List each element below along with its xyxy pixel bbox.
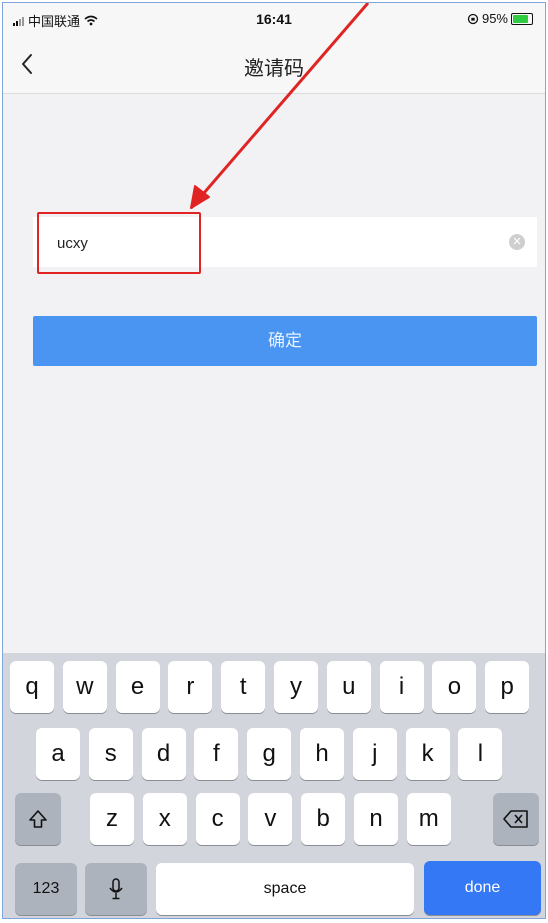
space-key[interactable]: space [156,863,414,915]
key-u[interactable]: u [326,661,371,713]
microphone-icon [109,878,123,900]
key-f[interactable]: f [194,728,239,780]
backspace-icon [503,810,528,828]
key-x[interactable]: x [142,793,187,845]
numbers-key[interactable]: 123 [15,863,77,915]
key-c[interactable]: c [195,793,240,845]
key-v[interactable]: v [248,793,293,845]
key-n[interactable]: n [354,793,398,845]
key-p[interactable]: p [485,661,530,713]
key-s[interactable]: s [88,728,133,780]
key-m[interactable]: m [406,793,451,845]
key-w[interactable]: w [62,661,107,713]
key-e[interactable]: e [115,661,160,713]
delete-key[interactable] [493,793,539,845]
shift-key[interactable] [15,793,61,845]
key-b[interactable]: b [301,793,346,845]
key-r[interactable]: r [168,661,213,713]
annotation-arrow [189,3,370,209]
shift-icon [29,810,47,828]
phone-screen: 中国联通 16:41 95% 邀请码 ✕ 确定 [2,2,546,919]
key-z[interactable]: z [90,793,134,845]
key-i[interactable]: i [379,661,424,713]
key-g[interactable]: g [247,728,292,780]
microphone-key[interactable] [85,863,147,915]
done-key[interactable]: done [424,861,541,915]
key-j[interactable]: j [352,728,397,780]
key-h[interactable]: h [300,728,344,780]
key-o[interactable]: o [432,661,477,713]
key-l[interactable]: l [458,728,503,780]
key-a[interactable]: a [36,728,80,780]
key-y[interactable]: y [274,661,318,713]
key-k[interactable]: k [405,728,450,780]
confirm-button[interactable]: 确定 [33,316,537,366]
key-t[interactable]: t [221,661,266,713]
key-d[interactable]: d [141,728,186,780]
on-screen-keyboard: 123 space done qwertyuiop asdfghjkl zxcvbn… [3,653,545,918]
key-q[interactable]: q [10,661,54,713]
